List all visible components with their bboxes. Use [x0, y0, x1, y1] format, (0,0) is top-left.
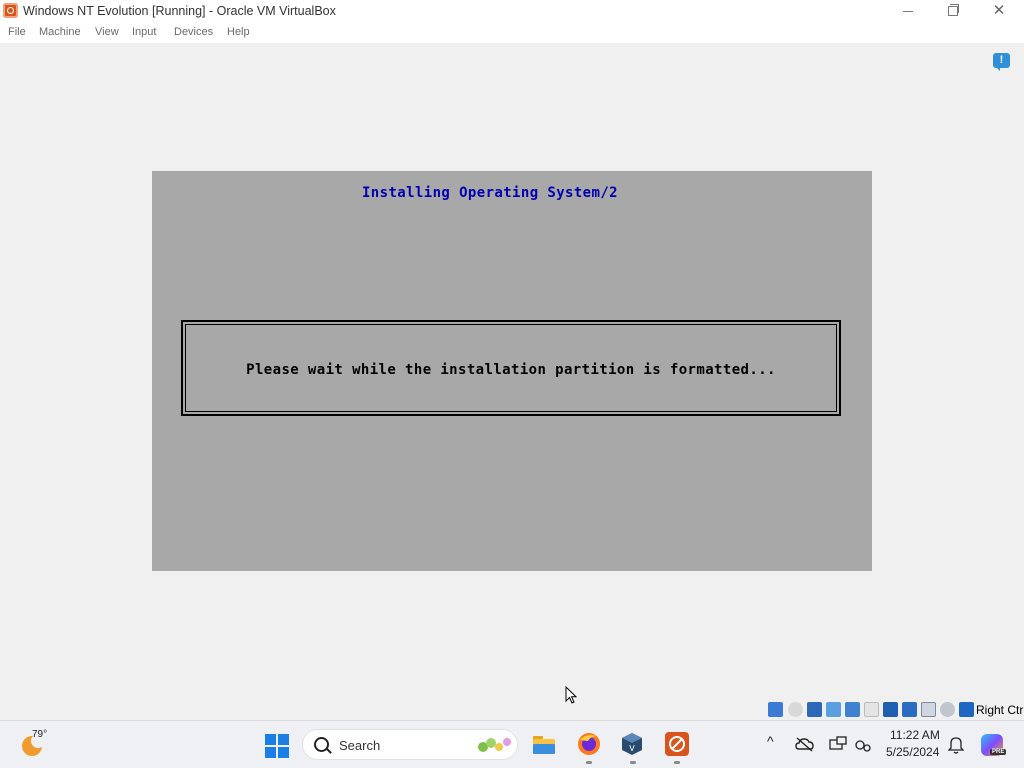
recording-icon[interactable] — [921, 702, 936, 717]
maximize-button[interactable] — [930, 0, 976, 22]
display-icon[interactable] — [902, 702, 917, 717]
menu-file[interactable]: File — [8, 26, 26, 38]
usb-icon[interactable] — [864, 702, 879, 717]
title-bar: Windows NT Evolution [Running] - Oracle … — [0, 0, 1024, 22]
close-icon: ✕ — [992, 2, 1006, 19]
restore-icon — [948, 6, 958, 16]
clock-date[interactable]: 5/25/2024 — [886, 745, 939, 759]
svg-text:V: V — [629, 744, 635, 753]
vm-window-icon[interactable] — [664, 731, 690, 757]
progress-dialog: Please wait while the installation parti… — [181, 320, 841, 416]
firefox-running-indicator — [586, 761, 592, 764]
vm-status-bar: Right Ctrl — [766, 700, 1024, 720]
mouse-cursor-icon — [565, 686, 578, 704]
floppy-icon[interactable] — [807, 702, 822, 717]
notification-bell-icon[interactable] — [948, 736, 964, 754]
search-placeholder: Search — [339, 738, 381, 753]
virtualbox-icon[interactable]: V — [619, 731, 645, 757]
window-title: Windows NT Evolution [Running] - Oracle … — [23, 4, 336, 18]
start-icon-tile — [278, 734, 289, 745]
start-icon-tile — [278, 747, 289, 758]
menu-help[interactable]: Help — [227, 26, 250, 38]
file-explorer-icon[interactable] — [531, 731, 557, 757]
start-button[interactable] — [265, 734, 289, 758]
menu-machine[interactable]: Machine — [39, 26, 81, 38]
copilot-preview-badge: PRE — [990, 749, 1007, 755]
mouse-integration-icon[interactable] — [959, 702, 974, 717]
search-highlight-icon — [478, 738, 511, 752]
start-icon-tile — [265, 747, 276, 758]
host-key-label[interactable]: Right Ctrl — [976, 703, 1024, 717]
display-projection-icon[interactable] — [829, 736, 847, 753]
shared-folders-icon[interactable] — [883, 702, 898, 717]
notification-glyph: ! — [999, 54, 1004, 66]
notification-icon[interactable]: ! — [993, 53, 1010, 71]
vm-display[interactable]: Installing Operating System/2 Please wai… — [152, 171, 872, 571]
taskbar: 79° Search V ^ 11:22 AM 5/25/2024 PRE — [0, 720, 1024, 768]
search-icon — [314, 737, 329, 752]
installer-message: Please wait while the installation parti… — [246, 362, 776, 378]
cpu-icon[interactable] — [940, 702, 955, 717]
onedrive-icon[interactable] — [795, 736, 815, 752]
close-button[interactable]: ✕ — [976, 0, 1022, 22]
hard-disk-icon[interactable] — [768, 702, 783, 717]
menu-input[interactable]: Input — [132, 26, 156, 38]
minimize-icon — [903, 11, 913, 12]
tray-overflow-chevron-icon[interactable]: ^ — [767, 733, 774, 749]
audio-icon[interactable] — [826, 702, 841, 717]
installer-title: Installing Operating System/2 — [361, 185, 619, 201]
minimize-button[interactable] — [885, 0, 931, 22]
optical-drive-icon[interactable] — [788, 702, 803, 717]
clock-time[interactable]: 11:22 AM — [890, 728, 940, 742]
start-icon-tile — [265, 734, 276, 745]
menu-bar: File Machine View Input Devices Help — [0, 22, 1024, 43]
virtualbox-app-icon — [3, 3, 18, 18]
weather-temperature[interactable]: 79° — [32, 729, 47, 740]
network-icon[interactable] — [845, 702, 860, 717]
taskbar-search-box[interactable]: Search — [302, 729, 518, 760]
vm-window-running-indicator — [674, 761, 680, 764]
network-status-icon[interactable] — [854, 737, 872, 753]
menu-devices[interactable]: Devices — [174, 26, 213, 38]
virtualbox-running-indicator — [630, 761, 636, 764]
menu-view[interactable]: View — [95, 26, 119, 38]
firefox-icon[interactable] — [576, 731, 602, 757]
